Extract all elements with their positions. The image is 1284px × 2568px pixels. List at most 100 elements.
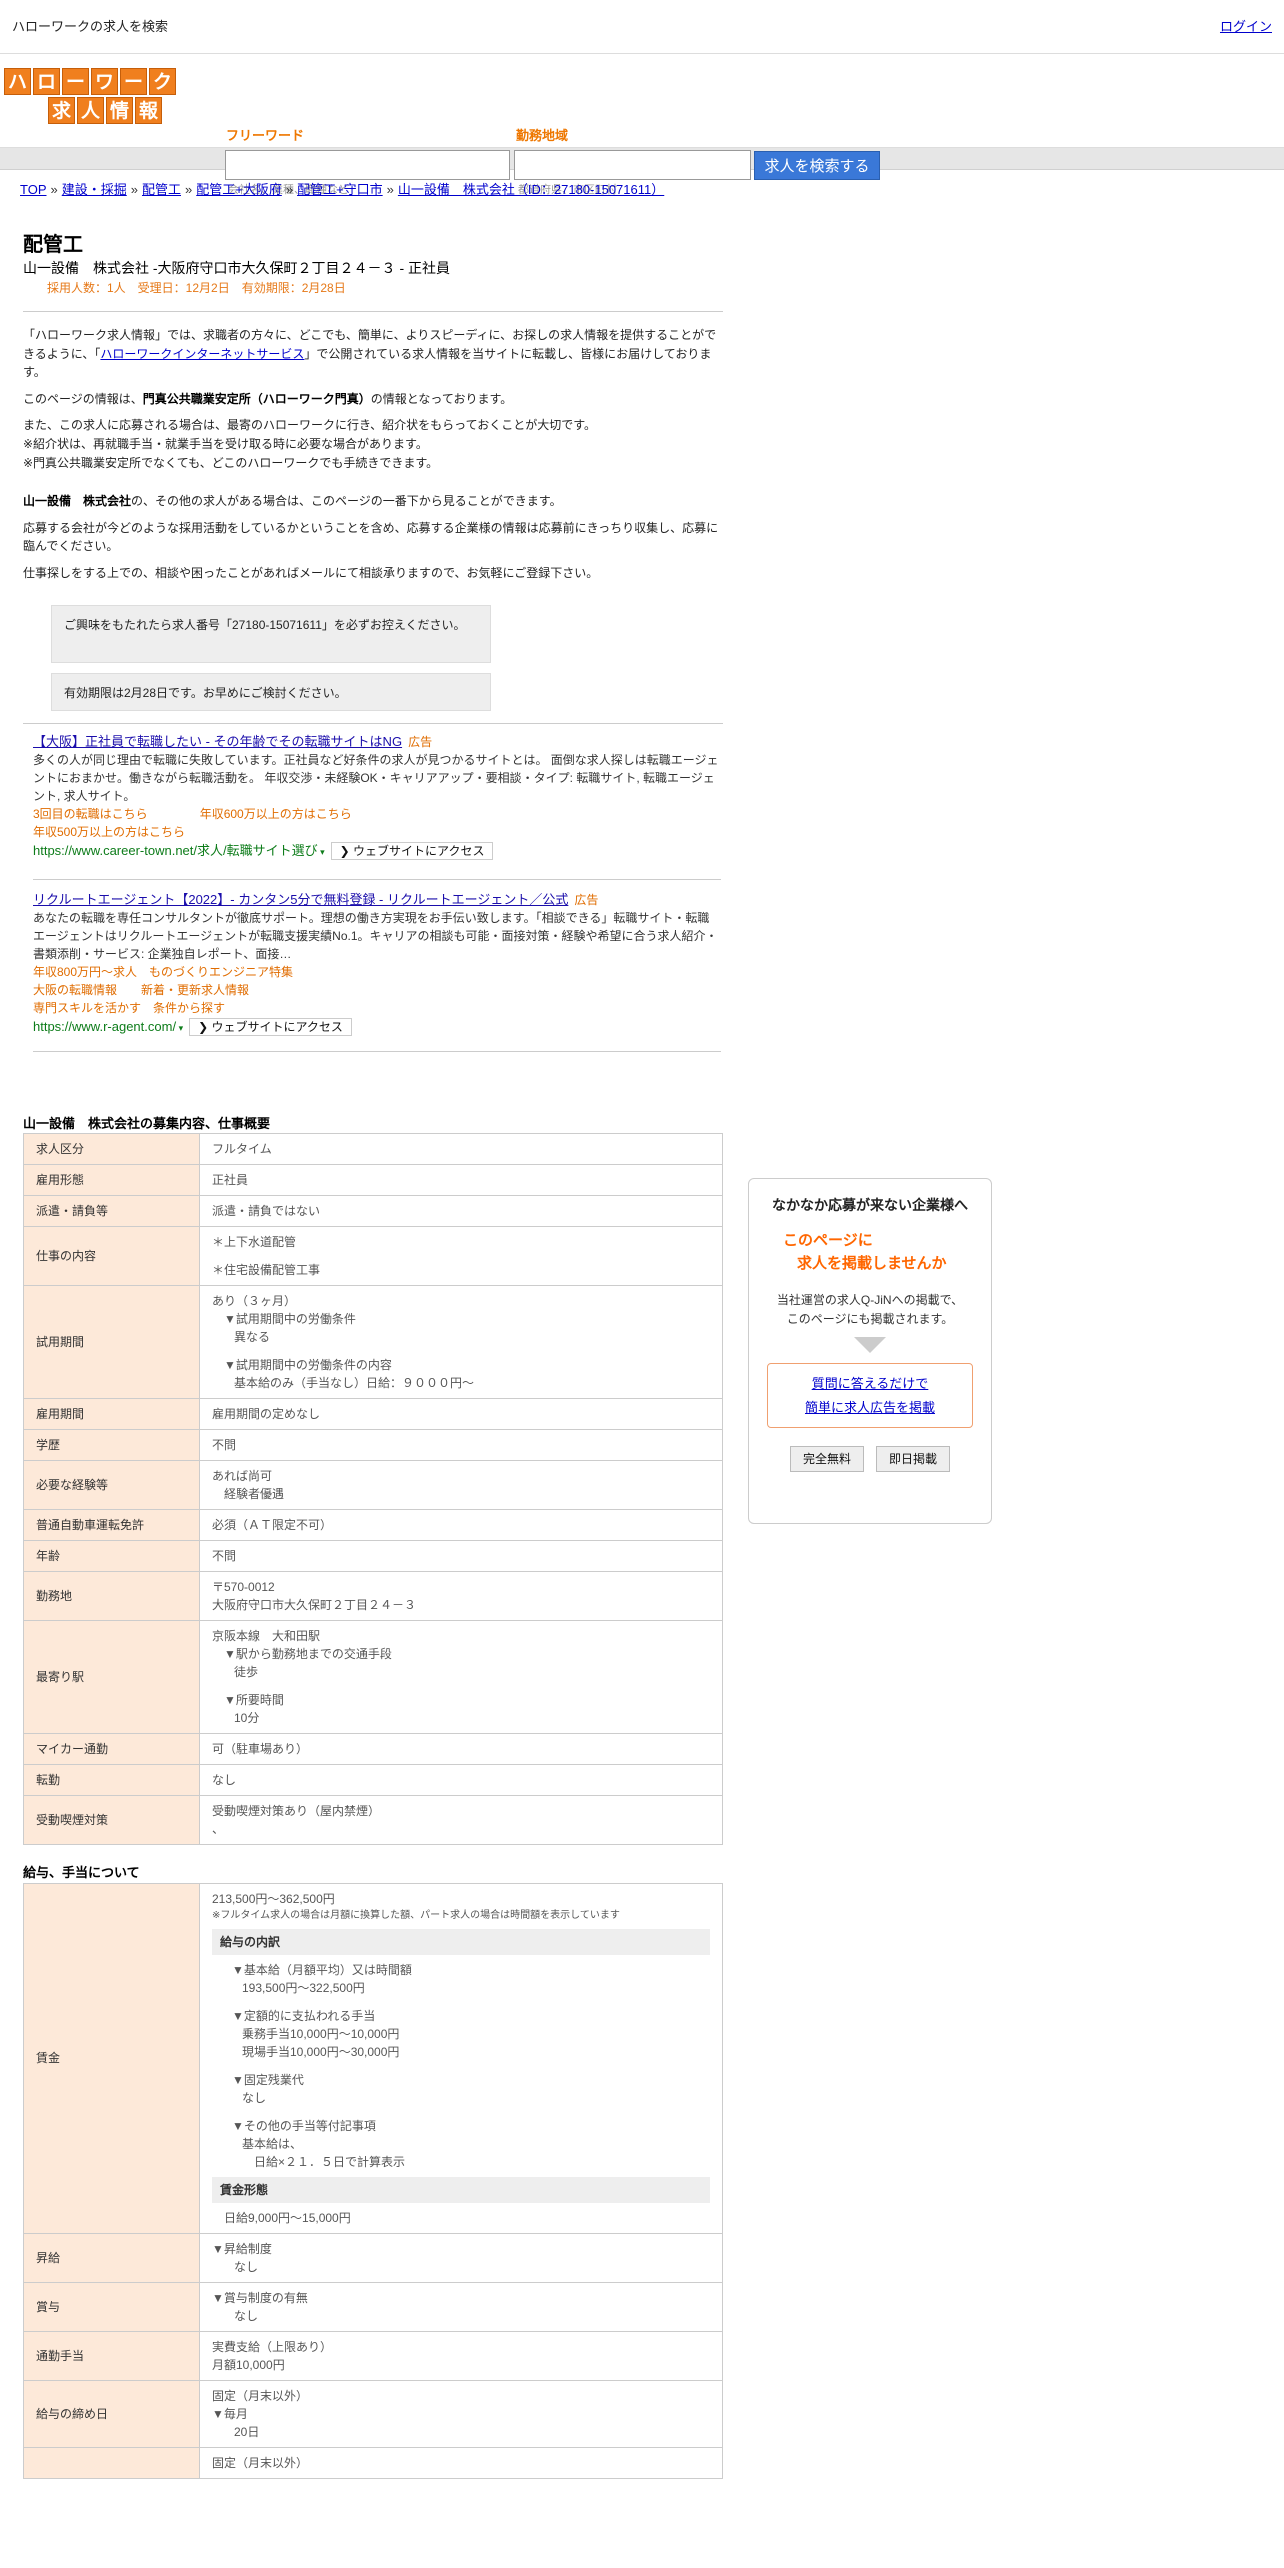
value-line: 派遣・請負ではない: [212, 1204, 321, 1219]
ad-2-link[interactable]: 専門スキルを活かす: [33, 1001, 141, 1015]
intro-p1: 「ハローワーク求人情報」では、求職者の方々に、どこでも、簡単に、よりスピーディに…: [23, 328, 717, 380]
row-label: 勤務地: [23, 1571, 200, 1622]
value-line: 徒歩: [234, 1665, 259, 1680]
ad-2-url[interactable]: https://www.r-agent.com/: [33, 1019, 176, 1034]
notice-expiry: 有効期限は2月28日です。お早めにご検討ください。: [51, 672, 491, 711]
ad-1-link[interactable]: 3回目の転職はこちら: [33, 807, 148, 821]
value-line: 実費支給（上限あり）: [212, 2339, 333, 2354]
job-meta: 採用人数：1人 受理日：12月2日 有効期限：2月28日: [47, 281, 346, 295]
ad-1-desc: 多くの人が同じ理由で転職に失敗しています。正社員など好条件の求人が見つかるサイト…: [33, 753, 719, 804]
row-value: 実費支給（上限あり） 月額10,000円: [199, 2330, 723, 2381]
side-link-box: 質問に答えるだけで 簡単に求人広告を掲載: [767, 1363, 973, 1429]
breadcrumb-item[interactable]: 配管工: [142, 182, 181, 197]
ad-2-link[interactable]: 大阪の転職情報: [33, 983, 117, 997]
row-label: 最寄り駅: [23, 1620, 200, 1735]
table-row: 年齢 不問: [23, 1540, 723, 1573]
logo-char: 情: [106, 97, 133, 124]
side-orange-1: このページに: [783, 1232, 873, 1249]
hellowork-internet-link[interactable]: ハローワークインターネットサービス: [100, 347, 304, 361]
row-label: 賃金: [23, 1882, 200, 2234]
search-button[interactable]: 求人を検索する: [754, 151, 880, 180]
breadcrumb-separator: »: [285, 182, 294, 197]
row-label: 昇給: [23, 2232, 200, 2283]
wage-table: 賃金 213,500円〜362,500円 ※フルタイム求人の場合は月額に換算した…: [23, 1882, 723, 2479]
ad-badge: 広告: [408, 734, 433, 749]
ad-2-link[interactable]: ものづくりエンジニア特集: [149, 965, 293, 979]
table-row: マイカー通勤 可（駐車場あり）: [23, 1733, 723, 1766]
breakdown-title: 給与の内訳: [212, 1928, 710, 1955]
header: ハローワーク 求人情報 フリーワード 会社名、業種、職種など 勤務地域 都道府県…: [0, 54, 1284, 196]
table-row: 派遣・請負等 派遣・請負ではない: [23, 1195, 723, 1228]
value-line: 不問: [212, 1549, 237, 1564]
main-content: 配管工 山一設備 株式会社 -大阪府守口市大久保町２丁目２４－３ - 正社員 採…: [23, 232, 723, 2479]
breakdown-line: ▼基本給（月額平均）又は時間額: [232, 1962, 412, 1977]
ad-2-link[interactable]: 新着・更新求人情報: [141, 983, 249, 997]
breadcrumb-separator: »: [185, 182, 193, 197]
visit-website-button[interactable]: ❯ ウェブサイトにアクセス: [330, 842, 494, 861]
row-value: ▼昇給制度 なし: [199, 2232, 723, 2283]
breadcrumb-item[interactable]: 配管工+大阪府: [196, 182, 282, 197]
logo-char: 報: [135, 97, 162, 124]
logo-char: 人: [77, 97, 104, 124]
breadcrumb: TOP» 建設・採掘» 配管工» 配管工+大阪府» 配管工+守口市» 山一設備 株式会社（…: [20, 180, 664, 200]
ad-2-link[interactable]: 年収800万円～求人: [33, 965, 137, 979]
row-label: 給与の締め日: [23, 2379, 200, 2448]
ad-1: 【大阪】正社員で転職したい - その年齢でその転職サイトはNG 広告 多くの人が同…: [33, 732, 721, 861]
value-line: 基本給のみ（手当なし）日給：９０００円～: [234, 1376, 475, 1391]
breadcrumb-separator: »: [50, 182, 58, 197]
visit-website-button[interactable]: ❯ ウェブサイトにアクセス: [189, 1018, 352, 1037]
ad-1-url[interactable]: https://www.career-town.net/求人/転職サイト選び: [33, 843, 318, 858]
breadcrumb-item[interactable]: 建設・採掘: [62, 182, 127, 197]
logo-char: ワ: [91, 68, 118, 95]
breadcrumb-item[interactable]: TOP: [20, 182, 47, 197]
table-row: 求人区分 フルタイム: [23, 1133, 723, 1166]
area-input[interactable]: [514, 150, 751, 180]
intro-p5: 応募する会社が今どのような採用活動をしているかということを含め、応募する企業様の…: [23, 520, 719, 554]
ad-1-link[interactable]: 年収500万以上の方はこちら: [33, 825, 185, 839]
side-link-1[interactable]: 質問に答えるだけで: [812, 1376, 929, 1391]
row-label: 賞与: [23, 2281, 200, 2332]
free-button[interactable]: 完全無料: [789, 1446, 864, 1473]
breadcrumb-item[interactable]: 山一設備 株式会社（ID：27180-15071611）: [398, 182, 664, 197]
table-row: 普通自動車運転免許 必須（ＡＴ限定不可）: [23, 1509, 723, 1542]
breadcrumb-item[interactable]: 配管工+守口市: [297, 182, 383, 197]
breakdown-line: ▼その他の手当等付記事項: [232, 2118, 376, 2133]
value-line: 月額10,000円: [212, 2357, 285, 2372]
ad-1-link[interactable]: 年収600万以上の方はこちら: [200, 807, 352, 821]
ad-2-link[interactable]: 条件から探す: [153, 1001, 225, 1015]
breakdown-line: 193,500円〜322,500円: [242, 1980, 365, 1995]
value-line: なし: [234, 2259, 259, 2274]
table-row: 賞与 ▼賞与制度の有無 なし: [23, 2281, 723, 2332]
value-line: 固定（月末以外）: [212, 2455, 309, 2470]
table-row: 雇用形態 正社員: [23, 1164, 723, 1197]
site-title: ハローワークの求人を検索: [12, 18, 169, 34]
wage-form-title: 賃金形態: [212, 2176, 710, 2203]
ad-badge: 広告: [574, 892, 599, 907]
breakdown-line: なし: [242, 2090, 267, 2105]
side-link-2[interactable]: 簡単に求人広告を掲載: [805, 1400, 935, 1415]
wage-main: 213,500円〜362,500円: [212, 1891, 335, 1906]
row-label: 年齢: [23, 1540, 200, 1573]
intro: 「ハローワーク求人情報」では、求職者の方々に、どこでも、簡単に、よりスピーディに…: [23, 326, 723, 583]
keyword-input[interactable]: [225, 150, 510, 180]
value-line: ＊上下水道配管: [212, 1235, 297, 1250]
value-line: あれば尚可: [212, 1469, 273, 1484]
ad-2-title[interactable]: リクルートエージェント【2022】- カンタン5分で無料登録 - リクルートエー…: [33, 892, 568, 907]
hellowork-logo[interactable]: ハローワーク 求人情報: [4, 68, 182, 126]
row-value: 正社員: [199, 1164, 723, 1197]
row-label: マイカー通勤: [23, 1733, 200, 1766]
ad-1-title[interactable]: 【大阪】正社員で転職したい - その年齢でその転職サイトはNG: [33, 734, 402, 749]
value-line: 固定（月末以外）: [212, 2388, 309, 2403]
value-line: ▼所要時間: [224, 1693, 284, 1708]
value-line: ▼毎月: [212, 2406, 248, 2421]
side-text-2: このページにも掲載されます。: [786, 1312, 954, 1327]
login-link[interactable]: ログイン: [1220, 17, 1272, 37]
same-day-button[interactable]: 即日掲載: [876, 1446, 951, 1473]
row-value: ▼賞与制度の有無 なし: [199, 2281, 723, 2332]
row-label: 試用期間: [23, 1285, 200, 1400]
value-line: [212, 1346, 710, 1356]
row-label: 仕事の内容: [23, 1226, 200, 1287]
ad-2-desc: あなたの転職を専任コンサルタントが徹底サポート。理想の働き方実現をお手伝い致しま…: [33, 911, 718, 962]
row-value: 京阪本線 大和田駅 ▼駅から勤務地までの交通手段 徒歩 ▼所要時間 10分: [199, 1620, 723, 1735]
table-row: 仕事の内容 ＊上下水道配管 ＊住宅設備配管工事: [23, 1226, 723, 1287]
